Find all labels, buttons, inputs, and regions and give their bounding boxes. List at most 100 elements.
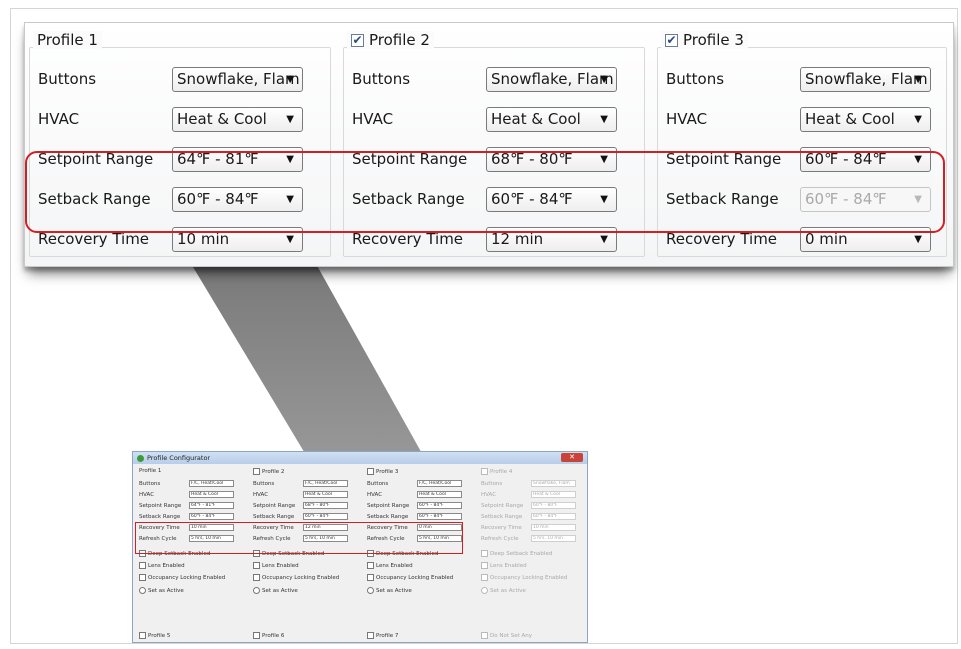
- mini-profile-checkbox[interactable]: [253, 468, 260, 475]
- mini-profile-checkbox[interactable]: [481, 468, 488, 475]
- profile-2-checkbox[interactable]: ✔: [351, 33, 364, 47]
- mini-row-label: Buttons: [481, 481, 503, 487]
- mini-row-dropdown[interactable]: 60℉ - 84℉: [417, 513, 462, 520]
- mini-row-dropdown: 60℉ - 80℉: [531, 502, 576, 509]
- mini-footer-checkbox[interactable]: [139, 632, 146, 639]
- hvac-dropdown[interactable]: Heat & Cool ▼: [800, 107, 931, 132]
- mini-checkbox-box[interactable]: [139, 574, 146, 581]
- radio-icon[interactable]: [253, 587, 260, 594]
- mini-row-dropdown[interactable]: 68℉ - 80℉: [303, 502, 348, 509]
- mini-option-checkbox[interactable]: Lens Enabled: [139, 562, 185, 569]
- mini-row-label: Recovery Time: [481, 525, 522, 531]
- mini-footer-checkbox[interactable]: [253, 632, 260, 639]
- mini-option-checkbox[interactable]: Occupancy Locking Enabled: [367, 574, 453, 581]
- mini-row-label: HVAC: [253, 492, 269, 498]
- mini-profile-1-column: Profile 1 Buttons F/C, Heat/Cool HVAC Heat &…: [137, 466, 247, 642]
- radio-icon[interactable]: [481, 587, 488, 594]
- mini-profile-3-column: Profile 3 Buttons F/C, Heat/Cool HVAC Heat &…: [365, 466, 475, 642]
- mini-row-dropdown[interactable]: F/C, Heat/Cool: [417, 480, 462, 487]
- radio-icon[interactable]: [139, 587, 146, 594]
- mini-footer-label: Profile 6: [262, 633, 285, 639]
- profile-3-title[interactable]: ✔ Profile 3: [661, 31, 748, 49]
- mini-row-dropdown[interactable]: Heat & Cool: [189, 491, 234, 498]
- mini-footer-checkbox[interactable]: [367, 632, 374, 639]
- mini-checkbox-box[interactable]: [139, 562, 146, 569]
- mini-profile-checkbox[interactable]: [367, 468, 374, 475]
- mini-profile-title[interactable]: Profile 2: [253, 468, 284, 475]
- hvac-label: HVAC: [352, 110, 394, 128]
- mini-row-dropdown[interactable]: 60℉ - 84℉: [417, 502, 462, 509]
- mini-row-label: Setback Range: [367, 514, 409, 520]
- mini-option-checkbox[interactable]: Occupancy Locking Enabled: [139, 574, 225, 581]
- buttons-dropdown[interactable]: Snowflake, Flam ▼: [172, 67, 303, 92]
- app-icon: [137, 455, 144, 462]
- profile-2-title[interactable]: ✔ Profile 2: [347, 31, 434, 49]
- mini-row-dropdown[interactable]: 64℉ - 81℉: [189, 502, 234, 509]
- mini-row-label: HVAC: [481, 492, 497, 498]
- buttons-dropdown[interactable]: Snowflake, Flam ▼: [486, 67, 617, 92]
- mini-checkbox-box[interactable]: [481, 574, 488, 581]
- mini-footer-profile[interactable]: Do Not Set Any: [481, 632, 532, 639]
- mini-profile-2-column: Profile 2 Buttons F/C, Heat/Cool HVAC Heat &…: [251, 466, 361, 642]
- mini-row-dropdown[interactable]: Heat & Cool: [303, 491, 348, 498]
- close-button[interactable]: ✕: [561, 453, 583, 462]
- mini-checkbox-box[interactable]: [367, 562, 374, 569]
- hvac-label: HVAC: [666, 110, 708, 128]
- mini-checkbox-box[interactable]: [481, 562, 488, 569]
- hvac-dropdown[interactable]: Heat & Cool ▼: [486, 107, 617, 132]
- mini-option-label: Lens Enabled: [148, 563, 185, 569]
- range-highlight-box: [25, 151, 945, 233]
- mini-set-active-radio[interactable]: Set as Active: [367, 587, 412, 594]
- radio-icon[interactable]: [367, 587, 374, 594]
- mini-option-checkbox[interactable]: Deep Setback Enabled: [481, 550, 552, 557]
- mini-set-active-radio[interactable]: Set as Active: [139, 587, 184, 594]
- mini-row-dropdown: Snowflake, Flam: [531, 480, 576, 487]
- mini-row-label: Setback Range: [481, 514, 523, 520]
- mini-radio-label: Set as Active: [262, 588, 298, 594]
- mini-row-dropdown[interactable]: Heat & Cool: [417, 491, 462, 498]
- mini-footer-profile[interactable]: Profile 6: [253, 632, 284, 639]
- mini-checkbox-box[interactable]: [253, 574, 260, 581]
- mini-footer-checkbox[interactable]: [481, 632, 488, 639]
- buttons-value: Snowflake, Flam: [177, 70, 300, 88]
- hvac-value: Heat & Cool: [491, 110, 581, 128]
- chevron-down-icon: ▼: [914, 114, 922, 125]
- mini-checkbox-box[interactable]: [367, 574, 374, 581]
- profile-title-label: Profile 1: [37, 31, 98, 49]
- mini-footer-profile[interactable]: Profile 7: [367, 632, 398, 639]
- mini-row-dropdown[interactable]: F/C, Heat/Cool: [303, 480, 348, 487]
- mini-profile-title[interactable]: Profile 4: [481, 468, 512, 475]
- mini-option-label: Lens Enabled: [376, 563, 413, 569]
- buttons-dropdown[interactable]: Snowflake, Flam ▼: [800, 67, 931, 92]
- profile-title-label: Profile 2: [369, 31, 430, 49]
- mini-highlight-box: [135, 522, 463, 554]
- mini-option-label: Lens Enabled: [262, 563, 299, 569]
- mini-row-dropdown[interactable]: 60℉ - 84℉: [189, 513, 234, 520]
- mini-row-dropdown: 10 min: [531, 524, 576, 531]
- mini-footer-profile[interactable]: Profile 5: [139, 632, 170, 639]
- mini-row-dropdown[interactable]: F/C, Heat/Cool: [189, 480, 234, 487]
- mini-option-checkbox[interactable]: Occupancy Locking Enabled: [253, 574, 339, 581]
- chevron-down-icon: ▼: [286, 114, 294, 125]
- mini-row-label: Setback Range: [139, 514, 181, 520]
- mini-option-checkbox[interactable]: Lens Enabled: [253, 562, 299, 569]
- mini-option-label: Lens Enabled: [490, 563, 527, 569]
- mini-checkbox-box[interactable]: [253, 562, 260, 569]
- mini-option-checkbox[interactable]: Occupancy Locking Enabled: [481, 574, 567, 581]
- chevron-down-icon: ▼: [914, 74, 922, 85]
- mini-row-label: Buttons: [253, 481, 275, 487]
- mini-row-label: Setpoint Range: [139, 503, 182, 509]
- mini-row-label: Setback Range: [253, 514, 295, 520]
- mini-row-dropdown[interactable]: 60℉ - 84℉: [303, 513, 348, 520]
- mini-option-checkbox[interactable]: Lens Enabled: [481, 562, 527, 569]
- mini-set-active-radio[interactable]: Set as Active: [253, 587, 298, 594]
- mini-checkbox-box[interactable]: [481, 550, 488, 557]
- profile-3-checkbox[interactable]: ✔: [665, 33, 678, 47]
- zoomed-profile-panel: Profile 1 Buttons Snowflake, Flam ▼ HVAC Heat…: [24, 22, 954, 267]
- hvac-dropdown[interactable]: Heat & Cool ▼: [172, 107, 303, 132]
- mini-profile-title[interactable]: Profile 3: [367, 468, 398, 475]
- mini-option-checkbox[interactable]: Lens Enabled: [367, 562, 413, 569]
- mini-set-active-radio[interactable]: Set as Active: [481, 587, 526, 594]
- mini-row-label: Setpoint Range: [253, 503, 296, 509]
- mini-radio-label: Set as Active: [376, 588, 412, 594]
